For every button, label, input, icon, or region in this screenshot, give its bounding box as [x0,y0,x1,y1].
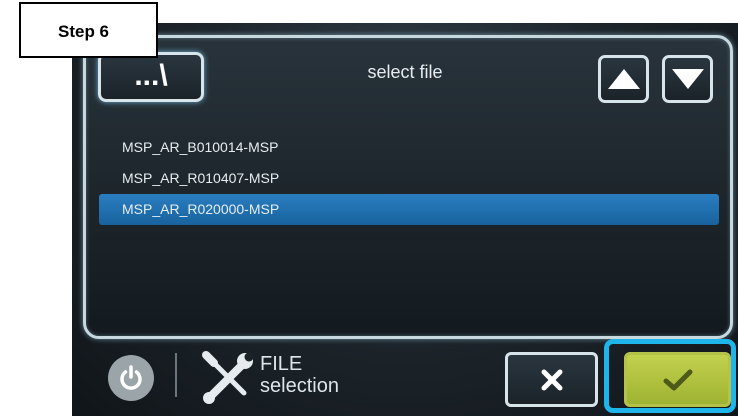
power-button[interactable] [108,355,154,401]
parent-folder-button[interactable]: ...\ [98,52,204,102]
file-list-item[interactable]: MSP_AR_R010407-MSP [99,163,719,194]
up-arrow-icon [607,69,640,89]
scroll-down-button[interactable] [662,55,713,103]
cancel-button[interactable] [505,352,598,407]
screen-title: FILE selection [260,353,339,397]
step-label: Step 6 [19,2,158,58]
footer-divider [175,353,177,397]
confirm-button[interactable] [624,352,731,407]
down-arrow-icon [671,69,704,89]
dialog-title: select file [367,62,443,82]
screen-title-line2: selection [260,375,339,397]
close-icon [541,369,562,390]
file-list-item[interactable]: MSP_AR_B010014-MSP [99,132,719,163]
file-list-item-selected[interactable]: MSP_AR_R020000-MSP [99,194,719,225]
file-list: MSP_AR_B010014-MSP MSP_AR_R010407-MSP MS… [99,132,719,225]
scroll-up-button[interactable] [598,55,649,103]
screen-title-line1: FILE [260,353,303,375]
checkmark-icon [663,369,692,390]
tools-icon [202,351,254,404]
power-icon [120,365,142,390]
